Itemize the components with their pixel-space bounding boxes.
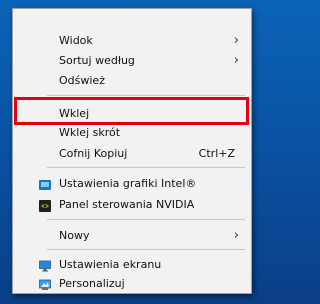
menu-separator [47,249,245,250]
menu-item-label: Ustawienia grafiki Intel® [59,177,197,190]
menu-separator [47,167,245,168]
chevron-right-icon: › [233,228,239,243]
nvidia-icon [39,199,51,212]
chevron-right-icon: › [233,33,239,48]
menu-item-label: Odśwież [59,74,105,87]
menu-item-label: Panel sterowania NVIDIA [59,198,195,211]
display-settings-icon [39,259,51,272]
menu-item-new[interactable]: Nowy › [13,226,251,246]
menu-item-paste-shortcut[interactable]: Wklej skrót [13,123,251,143]
menu-item-label: Ustawienia ekranu [59,258,162,271]
menu-separator [47,219,245,220]
menu-item-view[interactable]: Widok › [13,31,251,51]
intel-graphics-icon [39,178,51,190]
desktop-context-menu: Widok › Sortuj według › Odśwież Wklej Wk… [12,8,252,294]
menu-item-refresh[interactable]: Odśwież [13,71,251,91]
menu-item-paste[interactable]: Wklej [13,104,251,124]
menu-item-intel-graphics[interactable]: Ustawienia grafiki Intel® [13,174,251,194]
menu-separator [47,95,245,96]
menu-item-label: Nowy [59,229,90,242]
menu-item-label: Personalizuj [59,277,125,290]
menu-item-undo-copy[interactable]: Cofnij Kopiuj Ctrl+Z [13,144,251,164]
menu-item-label: Sortuj według [59,54,135,67]
personalize-icon [39,278,51,290]
chevron-right-icon: › [233,53,239,68]
menu-item-personalize[interactable]: Personalizuj [13,274,251,294]
menu-item-label: Wklej [59,107,90,120]
menu-item-display-settings[interactable]: Ustawienia ekranu [13,255,251,275]
menu-item-sort-by[interactable]: Sortuj według › [13,51,251,71]
menu-item-nvidia-panel[interactable]: Panel sterowania NVIDIA [13,195,251,215]
menu-item-label: Widok [59,34,93,47]
menu-item-label: Cofnij Kopiuj [59,147,128,160]
menu-item-shortcut: Ctrl+Z [198,147,235,160]
menu-item-label: Wklej skrót [59,126,121,139]
